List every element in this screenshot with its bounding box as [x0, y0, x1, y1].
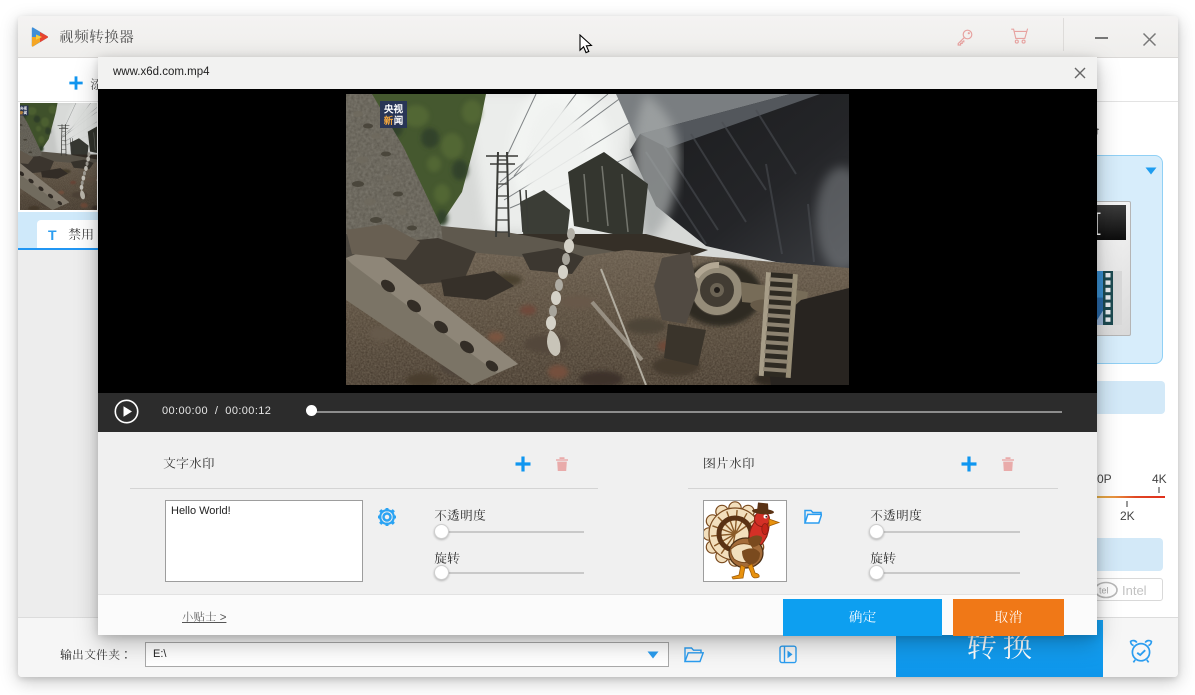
svg-text:tel: tel [1099, 586, 1109, 596]
